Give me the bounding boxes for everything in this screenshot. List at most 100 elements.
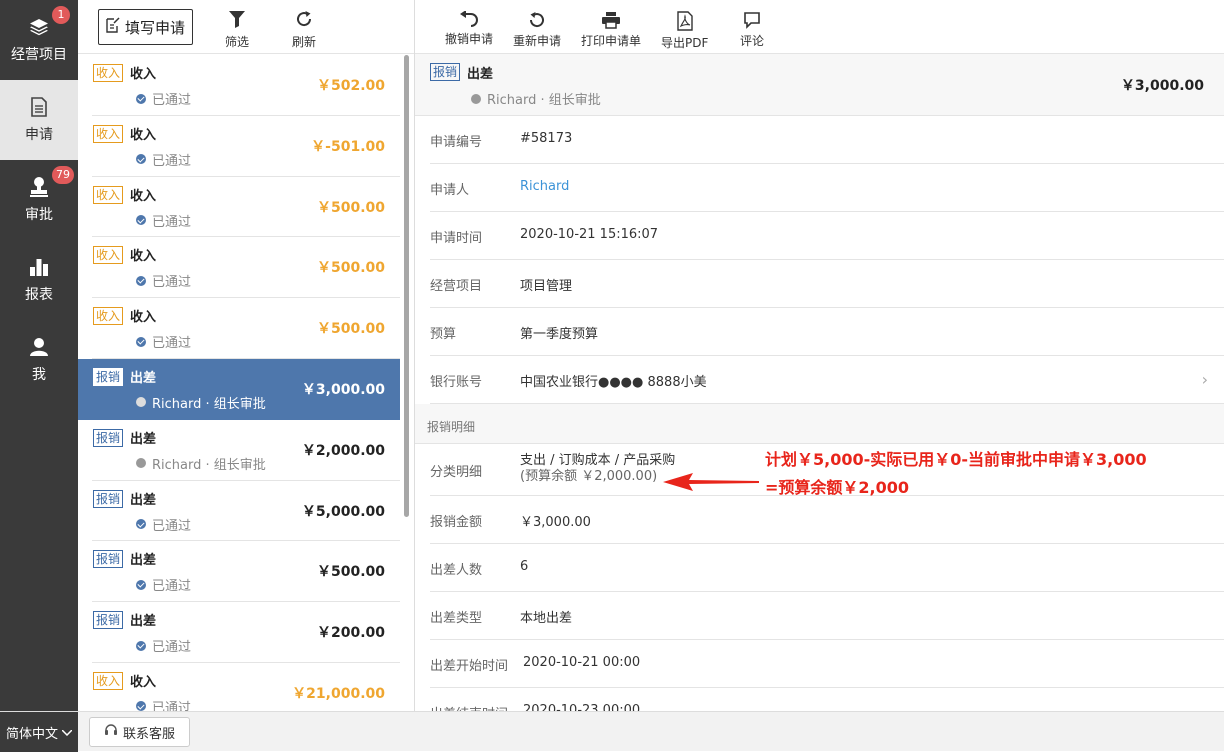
item-title: 出差 [130, 614, 157, 630]
item-status: 已通过 [136, 697, 191, 711]
item-status: 已通过 [136, 575, 191, 594]
detail-amount: ￥3,000.00 [1120, 78, 1204, 94]
check-circle-icon [136, 336, 146, 347]
notification-badge: 79 [52, 166, 74, 184]
field-label: 预算 [430, 327, 457, 342]
list-item[interactable]: 收入 收入 已通过 ￥-501.00 [92, 116, 400, 177]
sidebar: 经营项目 1 申请 审批 79 报表 我 [0, 0, 78, 711]
annotation-arrow [663, 472, 759, 496]
type-tag: 收入 [93, 64, 124, 82]
detail-field: 预算 第一季度预算 [430, 308, 1224, 356]
headset-icon [104, 723, 118, 741]
detail-field[interactable]: 银行账号 中国农业银行●●●● 8888小美 › [430, 356, 1224, 404]
list-item[interactable]: 报销 出差 已通过 ￥200.00 [92, 602, 400, 663]
list-item[interactable]: 报销 出差 已通过 ￥500.00 [92, 541, 400, 603]
field-label: 出差类型 [430, 611, 483, 626]
check-circle-icon [136, 93, 146, 104]
application-detail-pane: 撤销申请 重新申请 打印申请单 导出PDF 评论 报销 出差 Richard ·… [415, 0, 1224, 711]
field-value: 项目管理 [520, 279, 573, 294]
chevron-right-icon: › [1201, 370, 1208, 389]
contact-support-button[interactable]: 联系客服 [89, 717, 191, 747]
type-tag: 报销 [93, 428, 124, 447]
item-status-text: 已通过 [152, 153, 192, 169]
sidebar-item-applications[interactable]: 申请 [0, 80, 78, 160]
detail-field: 出差开始时间 2020-10-21 00:00 [430, 640, 1224, 688]
detail-field: 报销金额 ￥3,000.00 [430, 496, 1224, 544]
type-tag: 收入 [93, 246, 124, 265]
edit-icon [106, 17, 120, 37]
item-title: 收入 [130, 67, 157, 82]
item-title: 收入 [130, 310, 157, 326]
pending-icon [136, 397, 146, 408]
item-amount: ￥5,000.00 [301, 503, 385, 520]
item-amount: ￥200.00 [316, 625, 385, 642]
category-path: 支出 / 订购成本 / 产品采购 [520, 453, 676, 468]
field-label: 出差结束时间 [430, 703, 508, 711]
field-value: 2020-10-23 00:00 [523, 703, 641, 711]
comment-button[interactable]: 评论 [740, 11, 764, 49]
refresh-button[interactable]: 刷新 [292, 10, 316, 50]
field-label: 申请时间 [430, 231, 483, 246]
list-item[interactable]: 收入 收入 已通过 ￥502.00 [92, 55, 400, 116]
language-label: 简体中文 [5, 726, 58, 742]
filter-button[interactable]: 筛选 [225, 10, 249, 50]
list-item[interactable]: 报销 出差 Richard · 组长审批 ￥2,000.00 [92, 420, 400, 481]
detail-fields: 报销金额 ￥3,000.00 出差人数 6 出差类型 本地出差 出差开始时间 2020-10-… [415, 496, 1224, 711]
field-label: 申请编号 [430, 135, 483, 150]
item-amount: ￥3,000.00 [301, 381, 385, 398]
pdf-label: 导出PDF [661, 36, 709, 50]
field-label: 报销金额 [430, 515, 483, 530]
export-pdf-button[interactable]: 导出PDF [661, 11, 708, 51]
list-item[interactable]: 收入 收入 已通过 ￥500.00 [92, 298, 400, 359]
item-status: 已通过 [136, 89, 191, 108]
list-scrollbar[interactable] [404, 55, 409, 517]
application-list-pane: 填写申请 筛选 刷新 收入 收入 已通过 ￥502.00 收入 收入 已通过 ￥-501.00… [78, 0, 415, 711]
budget-remaining: (预算余额 ￥2,000.00) [520, 469, 658, 484]
undo-application-button[interactable]: 撤销申请 [445, 10, 493, 47]
sidebar-item-label: 申请 [25, 127, 53, 143]
field-value[interactable]: Richard [520, 179, 569, 194]
language-selector[interactable]: 简体中文 [0, 712, 78, 752]
sidebar-item-reports[interactable]: 报表 [0, 240, 78, 320]
field-value: 2020-10-21 00:00 [523, 655, 641, 670]
sidebar-item-me[interactable]: 我 [0, 320, 78, 400]
detail-field: 经营项目 项目管理 [430, 260, 1224, 308]
list-item[interactable]: 收入 收入 已通过 ￥500.00 [92, 237, 400, 299]
list-item[interactable]: 收入 收入 已通过 ￥21,000.00 [92, 663, 400, 711]
check-circle-icon [136, 640, 146, 651]
list-toolbar: 填写申请 筛选 刷新 [78, 0, 414, 54]
item-status-text: 已通过 [152, 93, 192, 108]
sidebar-item-approvals[interactable]: 审批 79 [0, 160, 78, 240]
list-item[interactable]: 收入 收入 已通过 ￥500.00 [92, 177, 400, 238]
item-title: 收入 [130, 674, 157, 690]
field-value: 支出 / 订购成本 / 产品采购 (预算余额 ￥2,000.00) [520, 453, 675, 485]
check-circle-icon [136, 215, 146, 226]
section-header: 报销明细 [415, 404, 1224, 444]
resubmit-button[interactable]: 重新申请 [513, 11, 561, 49]
check-circle-icon [136, 701, 146, 711]
comment-label: 评论 [740, 34, 765, 48]
type-tag: 收入 [93, 124, 124, 143]
list-item[interactable]: 报销 出差 Richard · 组长审批 ￥3,000.00 [78, 358, 400, 420]
detail-field: 申请人 Richard [430, 164, 1224, 212]
field-value: 6 [520, 559, 529, 574]
detail-field: 出差结束时间 2020-10-23 00:00 [430, 688, 1224, 711]
annotation-line: 计划￥5,000-实际已用￥0-当前审批中申请￥3,000 [765, 450, 1147, 469]
field-label: 银行账号 [430, 375, 483, 390]
item-title: 收入 [130, 188, 157, 204]
field-value: #58173 [520, 131, 573, 146]
item-status: 已通过 [136, 636, 191, 655]
item-title: 出差 [130, 553, 157, 569]
field-label: 分类明细 [430, 465, 483, 480]
list-item[interactable]: 报销 出差 已通过 ￥5,000.00 [92, 481, 400, 542]
sidebar-item-projects[interactable]: 经营项目 1 [0, 0, 78, 80]
refresh-icon [295, 10, 313, 33]
bar-chart-icon [28, 256, 50, 278]
field-label: 出差人数 [430, 563, 483, 578]
check-circle-icon [136, 275, 146, 286]
print-button[interactable]: 打印申请单 [581, 11, 641, 49]
detail-header: 报销 出差 Richard · 组长审批 ￥3,000.00 [415, 54, 1224, 116]
new-application-button[interactable]: 填写申请 [98, 9, 193, 45]
type-tag: 报销 [93, 367, 124, 386]
detail-status-text: Richard · 组长审批 [487, 93, 601, 108]
